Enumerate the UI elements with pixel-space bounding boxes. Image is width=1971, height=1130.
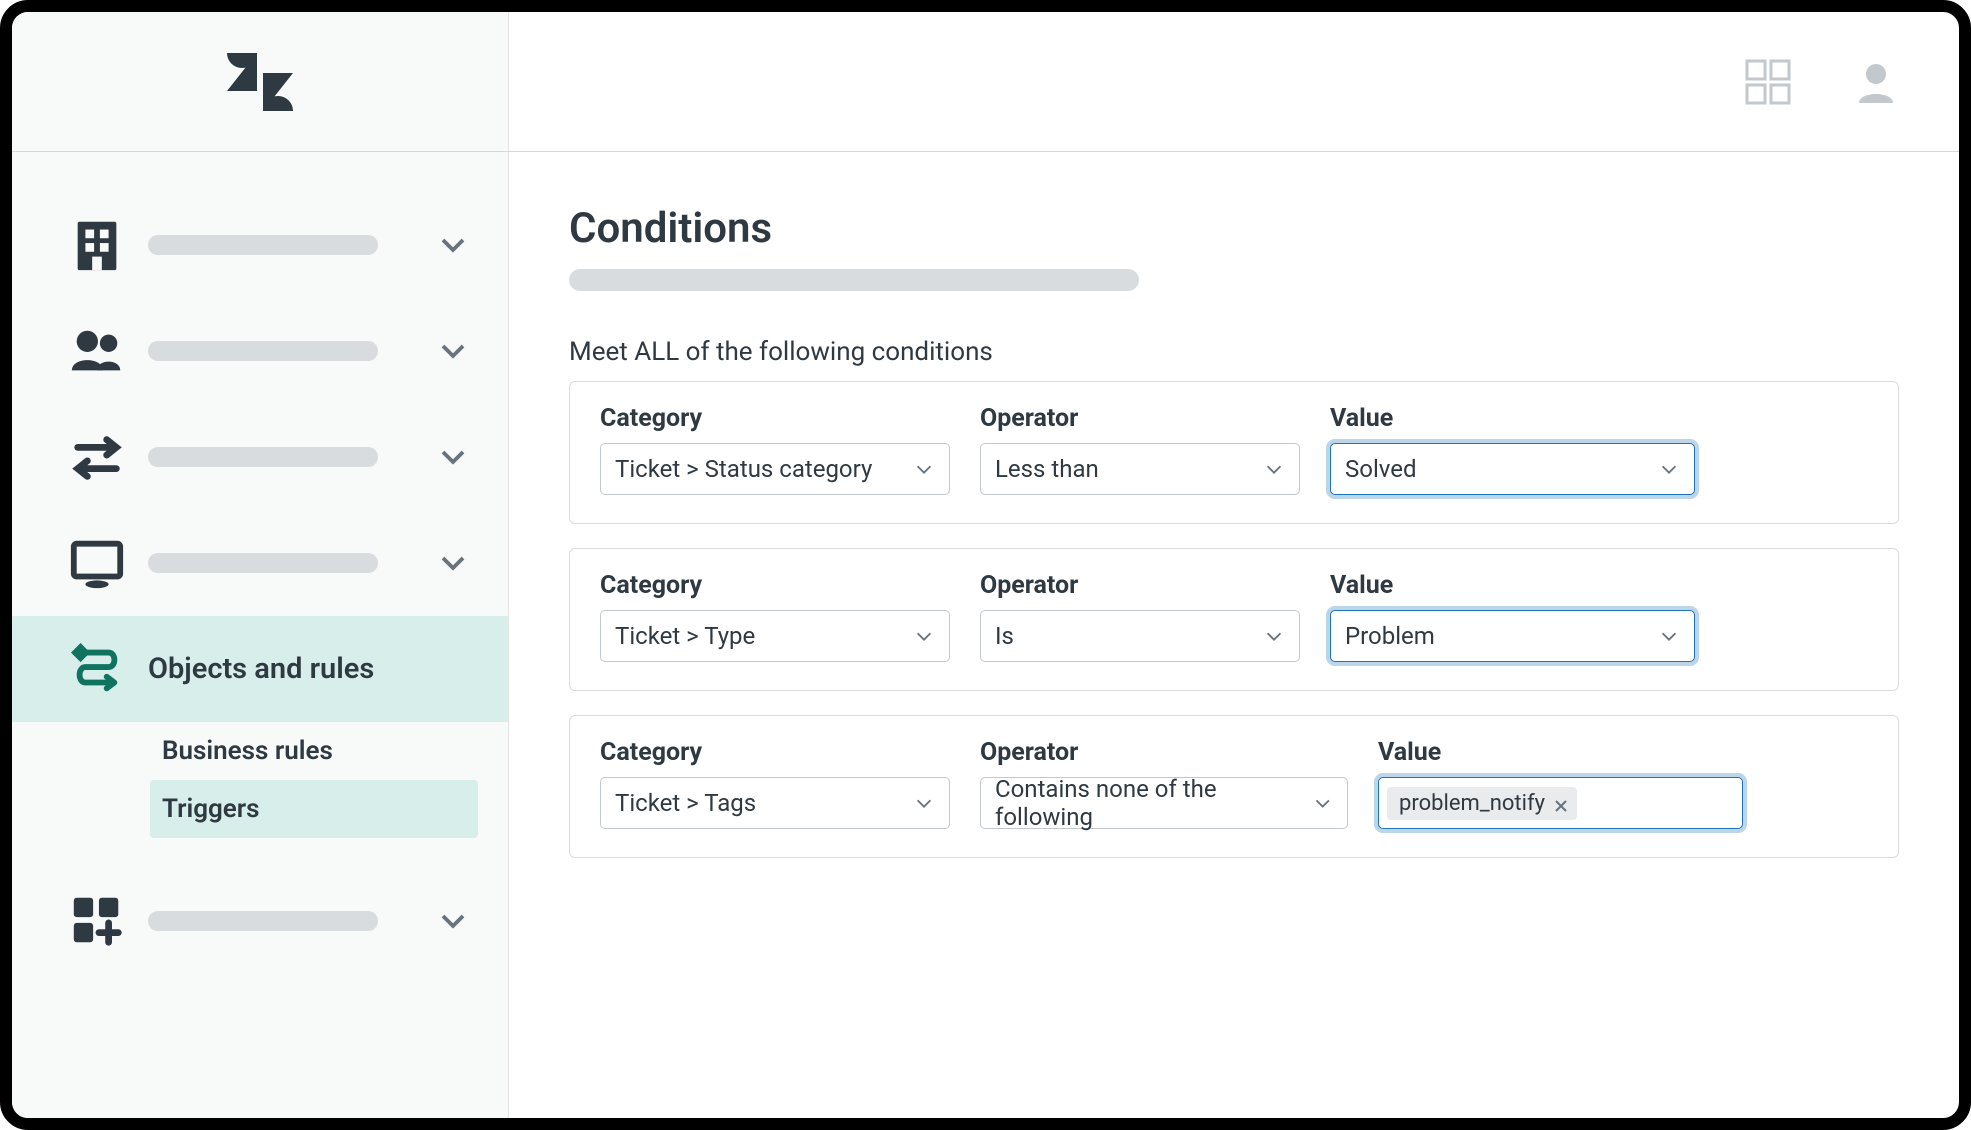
sidebar-item-objects-and-rules[interactable]: Objects and rules	[12, 616, 508, 722]
chevron-down-icon	[438, 336, 468, 366]
field-label-category: Category	[600, 571, 950, 600]
placeholder-text	[148, 447, 378, 467]
field-label-operator: Operator	[980, 738, 1348, 767]
sidebar-item-placeholder-5[interactable]	[12, 868, 508, 974]
sidebar-item-placeholder-3[interactable]	[12, 404, 508, 510]
monitor-icon	[68, 534, 126, 592]
condition-row: Category Ticket > Type Operator Is Value	[569, 548, 1899, 691]
chevron-down-icon	[913, 625, 935, 647]
body: Objects and rules Business rules Trigger…	[12, 152, 1959, 1118]
category-select[interactable]: Ticket > Tags	[600, 777, 950, 829]
select-value: Is	[995, 622, 1014, 650]
chevron-down-icon	[438, 442, 468, 472]
chevron-down-icon	[438, 230, 468, 260]
page-subtitle-placeholder	[569, 269, 1139, 291]
building-icon	[68, 216, 126, 274]
apps-add-icon	[68, 892, 126, 950]
conditions-section-label: Meet ALL of the following conditions	[569, 337, 1899, 367]
select-value: Ticket > Type	[615, 622, 755, 650]
chevron-down-icon	[1263, 625, 1285, 647]
select-value: Ticket > Status category	[615, 455, 872, 483]
field-label-operator: Operator	[980, 404, 1300, 433]
topbar-left	[12, 12, 509, 151]
people-icon	[68, 322, 126, 380]
chevron-down-icon	[1263, 458, 1285, 480]
category-select[interactable]: Ticket > Type	[600, 610, 950, 662]
field-label-value: Value	[1378, 738, 1743, 767]
chevron-down-icon	[1312, 792, 1333, 814]
field-label-operator: Operator	[980, 571, 1300, 600]
condition-row: Category Ticket > Status category Operat…	[569, 381, 1899, 524]
arrows-icon	[68, 428, 126, 486]
chevron-down-icon	[1658, 458, 1680, 480]
sidebar-item-placeholder-1[interactable]	[12, 192, 508, 298]
submenu-item-triggers[interactable]: Triggers	[150, 780, 478, 838]
condition-row: Category Ticket > Tags Operator Contains…	[569, 715, 1899, 858]
operator-select[interactable]: Contains none of the following	[980, 777, 1348, 829]
chevron-down-icon	[913, 792, 935, 814]
category-select[interactable]: Ticket > Status category	[600, 443, 950, 495]
field-label-value: Value	[1330, 571, 1695, 600]
products-icon[interactable]	[1743, 57, 1793, 107]
placeholder-text	[148, 235, 378, 255]
placeholder-text	[148, 341, 378, 361]
select-value: Problem	[1345, 622, 1435, 650]
tag-label: problem_notify	[1399, 791, 1545, 816]
select-value: Less than	[995, 455, 1099, 483]
value-select[interactable]: Solved	[1330, 443, 1695, 495]
select-value: Contains none of the following	[995, 775, 1312, 831]
submenu-heading-business-rules[interactable]: Business rules	[150, 722, 478, 780]
topbar	[12, 12, 1959, 152]
page-title: Conditions	[569, 204, 1899, 253]
placeholder-text	[148, 911, 378, 931]
select-value: Ticket > Tags	[615, 789, 756, 817]
field-label-value: Value	[1330, 404, 1695, 433]
operator-select[interactable]: Less than	[980, 443, 1300, 495]
operator-select[interactable]: Is	[980, 610, 1300, 662]
workflow-icon	[68, 640, 126, 698]
sidebar: Objects and rules Business rules Trigger…	[12, 151, 509, 1118]
chevron-down-icon	[438, 906, 468, 936]
sidebar-item-label: Objects and rules	[148, 652, 478, 686]
app-frame: Objects and rules Business rules Trigger…	[0, 0, 1971, 1130]
field-label-category: Category	[600, 404, 950, 433]
remove-tag-icon[interactable]	[1553, 795, 1569, 811]
value-tags-input[interactable]: problem_notify	[1378, 777, 1743, 829]
sidebar-item-placeholder-4[interactable]	[12, 510, 508, 616]
main-content: Conditions Meet ALL of the following con…	[509, 152, 1959, 1118]
sidebar-item-placeholder-2[interactable]	[12, 298, 508, 404]
chevron-down-icon	[1658, 625, 1680, 647]
select-value: Solved	[1345, 455, 1417, 483]
user-avatar-icon[interactable]	[1853, 59, 1899, 105]
tag-pill: problem_notify	[1387, 787, 1577, 820]
chevron-down-icon	[913, 458, 935, 480]
value-select[interactable]: Problem	[1330, 610, 1695, 662]
zendesk-logo	[221, 43, 299, 121]
field-label-category: Category	[600, 738, 950, 767]
placeholder-text	[148, 553, 378, 573]
chevron-down-icon	[438, 548, 468, 578]
